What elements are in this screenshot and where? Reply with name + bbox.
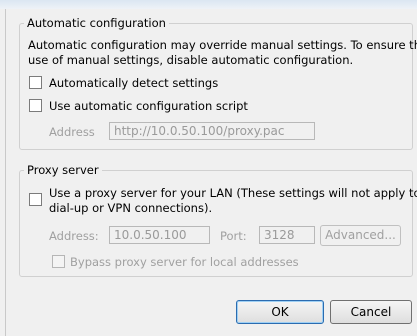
proxy-port-input[interactable]: 3128 [259, 226, 315, 244]
use-proxy-label-line2[interactable]: dial-up or VPN connections). [49, 201, 212, 215]
auto-detect-label[interactable]: Automatically detect settings [49, 76, 218, 90]
proxy-server-legend: Proxy server [27, 163, 99, 177]
bypass-local-label[interactable]: Bypass proxy server for local addresses [70, 255, 299, 269]
proxy-port-label: Port: [220, 229, 247, 243]
script-address-input[interactable]: http://10.0.50.100/proxy.pac [109, 122, 315, 140]
use-proxy-label-line1[interactable]: Use a proxy server for your LAN (These s… [49, 186, 417, 200]
advanced-button[interactable]: Advanced... [320, 225, 401, 246]
cancel-button[interactable]: Cancel [330, 300, 412, 324]
window-left-edge [5, 9, 6, 336]
auto-config-description-line2: use of manual settings, disable automati… [28, 53, 354, 67]
auto-config-description-line1: Automatic configuration may override man… [28, 38, 417, 52]
script-address-label: Address [49, 125, 95, 139]
proxy-address-input[interactable]: 10.0.50.100 [109, 226, 210, 244]
auto-detect-checkbox[interactable] [29, 76, 42, 89]
use-proxy-checkbox[interactable] [29, 193, 42, 206]
automatic-configuration-legend: Automatic configuration [27, 16, 166, 30]
proxy-address-label: Address: [49, 229, 99, 243]
window-top-edge [0, 0, 417, 9]
ok-button[interactable]: OK [236, 300, 324, 324]
bypass-local-checkbox[interactable] [52, 255, 65, 268]
auto-script-label[interactable]: Use automatic configuration script [49, 99, 248, 113]
auto-script-checkbox[interactable] [29, 99, 42, 112]
